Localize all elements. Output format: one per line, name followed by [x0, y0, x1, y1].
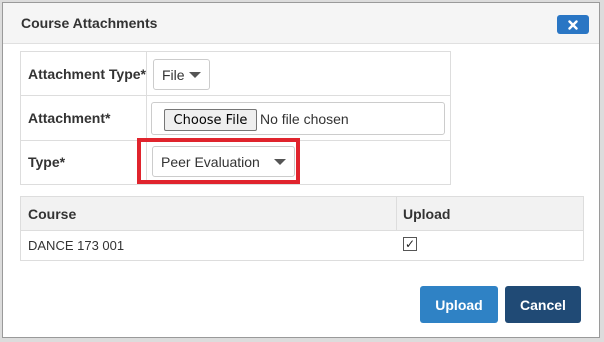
attachment-type-label: Attachment Type* — [28, 65, 146, 82]
column-divider — [396, 197, 397, 230]
modal-header: Course Attachments — [3, 3, 599, 44]
close-icon — [568, 19, 578, 30]
column-header-upload: Upload — [403, 206, 451, 222]
attachment-label: Attachment* — [28, 109, 111, 126]
modal-title: Course Attachments — [21, 15, 158, 31]
table-header: Course Upload — [21, 197, 583, 231]
column-header-course: Course — [28, 206, 77, 222]
type-label: Type* — [28, 154, 66, 170]
chevron-down-icon — [189, 72, 201, 78]
upload-button[interactable]: Upload — [420, 286, 498, 323]
choose-file-button[interactable]: Choose File — [164, 109, 257, 131]
attachment-row: Attachment* Choose File No file chosen — [21, 95, 450, 141]
file-input[interactable]: Choose File No file chosen — [151, 102, 445, 135]
cancel-button[interactable]: Cancel — [505, 286, 581, 323]
type-highlight-box — [137, 138, 300, 184]
upload-checkbox[interactable]: ✓ — [403, 237, 417, 251]
course-cell: DANCE 173 001 — [28, 238, 125, 253]
file-status: No file chosen — [260, 111, 349, 127]
attachment-type-value: File — [162, 66, 185, 83]
attachment-type-row: Attachment Type* File — [21, 52, 450, 96]
course-table: Course Upload DANCE 173 001 ✓ — [20, 196, 584, 261]
course-attachments-modal: Course Attachments Attachment Type* File… — [2, 2, 600, 338]
attachment-type-select[interactable]: File — [153, 59, 210, 90]
close-button[interactable] — [557, 15, 589, 34]
